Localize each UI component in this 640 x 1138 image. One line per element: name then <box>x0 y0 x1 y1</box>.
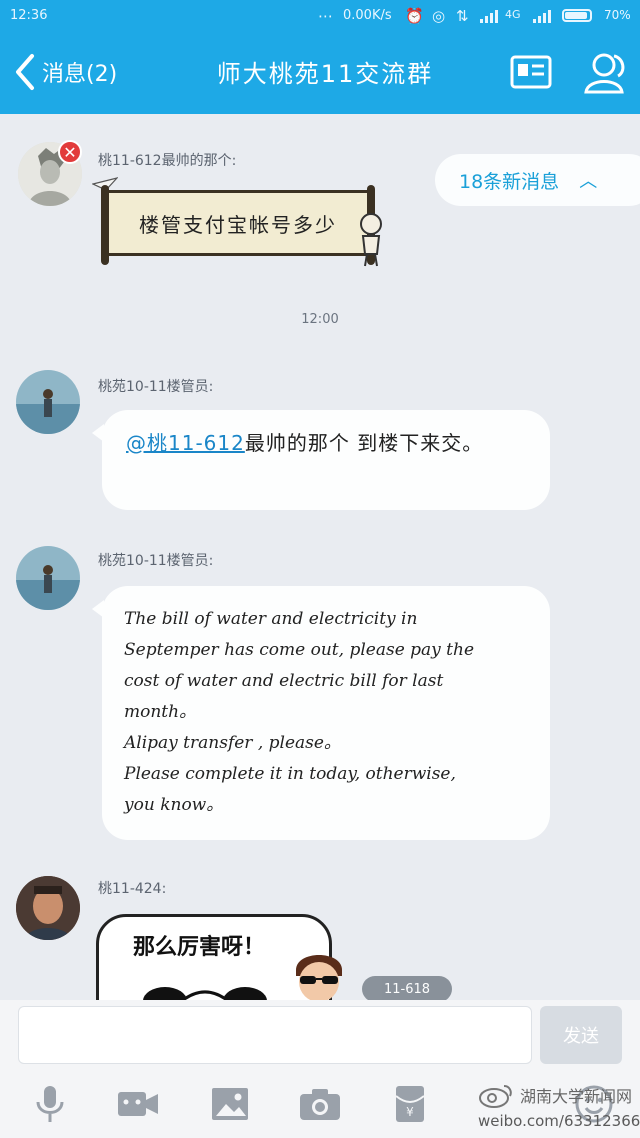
red-packet-icon[interactable]: ¥ <box>388 1084 432 1124</box>
message-line: Septemper has come out, please pay the <box>124 640 475 660</box>
mute-icon: ◎ <box>432 7 446 25</box>
sender-name: 桃11-424: <box>98 881 167 897</box>
group-members-icon[interactable] <box>582 50 628 94</box>
alarm-icon: ⏰ <box>405 7 424 25</box>
sender-name: 桃苑10-11楼管员: <box>98 553 214 569</box>
watermark-url: weibo.com/633123664 <box>478 1112 640 1130</box>
man-face-avatar-icon <box>16 876 80 940</box>
message-text: 最帅的那个 到楼下来交。 <box>244 431 484 455</box>
send-button[interactable]: 发送 <box>540 1006 622 1064</box>
new-messages-label: 18条新消息 <box>459 170 560 193</box>
bubble-tail <box>92 424 104 442</box>
weibo-logo-icon <box>479 1085 512 1108</box>
message-line: month。 <box>124 702 197 722</box>
profile-card-icon[interactable] <box>510 54 552 90</box>
svg-text:¥: ¥ <box>406 1105 414 1119</box>
message-line: The bill of water and electricity in <box>124 609 418 629</box>
watermark-brand-text: 湖南大学新闻网 <box>520 1087 633 1106</box>
new-messages-button[interactable]: 18条新消息 ︿ <box>435 154 640 206</box>
vibrate-icon: ⇅ <box>456 7 469 25</box>
bubble-tail <box>92 600 104 618</box>
status-bar: 12:36 ⋯ 0.00K/s ⏰ ◎ ⇅ 4G 70% <box>0 0 640 32</box>
avatar[interactable] <box>16 876 80 940</box>
message-line: cost of water and electric bill for last <box>124 671 444 691</box>
battery-icon <box>562 9 592 22</box>
mention-link[interactable]: @桃11-612 <box>126 431 245 455</box>
more-dots-icon: ⋯ <box>318 7 333 25</box>
sunglasses-guy-icon <box>296 955 342 1000</box>
avatar[interactable] <box>16 370 80 434</box>
message-input[interactable] <box>18 1006 532 1064</box>
signal-icon <box>480 10 498 23</box>
floating-tag[interactable]: 11-618 <box>362 976 452 1000</box>
signal-icon-2 <box>533 10 551 23</box>
status-time: 12:36 <box>10 8 48 23</box>
camera-icon[interactable] <box>298 1084 342 1124</box>
message-line: Please complete it in today, otherwise, <box>124 764 456 784</box>
close-icon[interactable]: ✕ <box>58 140 82 164</box>
message-bubble[interactable]: The bill of water and electricity in Sep… <box>92 586 550 840</box>
watermark-brand: 湖南大学新闻网 <box>478 1078 638 1112</box>
message-timestamp: 12:00 <box>301 312 339 327</box>
message-line: you know。 <box>124 795 224 815</box>
message-bubble[interactable]: @桃11-612最帅的那个 到楼下来交。 <box>92 410 550 510</box>
network-type: 4G <box>505 8 521 21</box>
message-line: Alipay transfer , please。 <box>124 733 341 753</box>
message-bubble[interactable]: 楼管支付宝帐号多少 <box>101 185 375 265</box>
person-photo-avatar-icon <box>16 546 80 610</box>
back-button[interactable]: 消息(2) <box>12 52 117 92</box>
cartoon-figure-icon <box>360 213 382 267</box>
image-icon[interactable] <box>208 1084 252 1124</box>
message-text: 楼管支付宝帐号多少 <box>139 212 337 237</box>
sender-name: 桃11-612最帅的那个: <box>98 153 237 169</box>
chevron-up-icon: ︿ <box>579 171 598 192</box>
page-title: 师大桃苑11交流群 <box>216 60 434 88</box>
chat-area[interactable]: ✕ 桃11-612最帅的那个: 楼管支付宝帐号多少 18条新消息 ︿ 12:00… <box>0 114 640 1000</box>
chevron-left-icon <box>16 54 34 90</box>
back-label: 消息(2) <box>42 62 118 87</box>
sticker-text: 那么厉害呀！ <box>133 935 266 960</box>
video-icon[interactable] <box>116 1084 160 1124</box>
avatar[interactable] <box>16 546 80 610</box>
battery-level: 70% <box>604 8 631 22</box>
person-photo-avatar-icon <box>16 370 80 434</box>
sender-name: 桃苑10-11楼管员: <box>98 379 214 395</box>
net-speed: 0.00K/s <box>343 8 392 23</box>
panda-face-icon <box>143 987 267 1000</box>
microphone-icon[interactable] <box>28 1084 72 1124</box>
chat-header: 消息(2) 师大桃苑11交流群 <box>0 32 640 114</box>
input-bar: 发送 <box>0 1000 640 1072</box>
